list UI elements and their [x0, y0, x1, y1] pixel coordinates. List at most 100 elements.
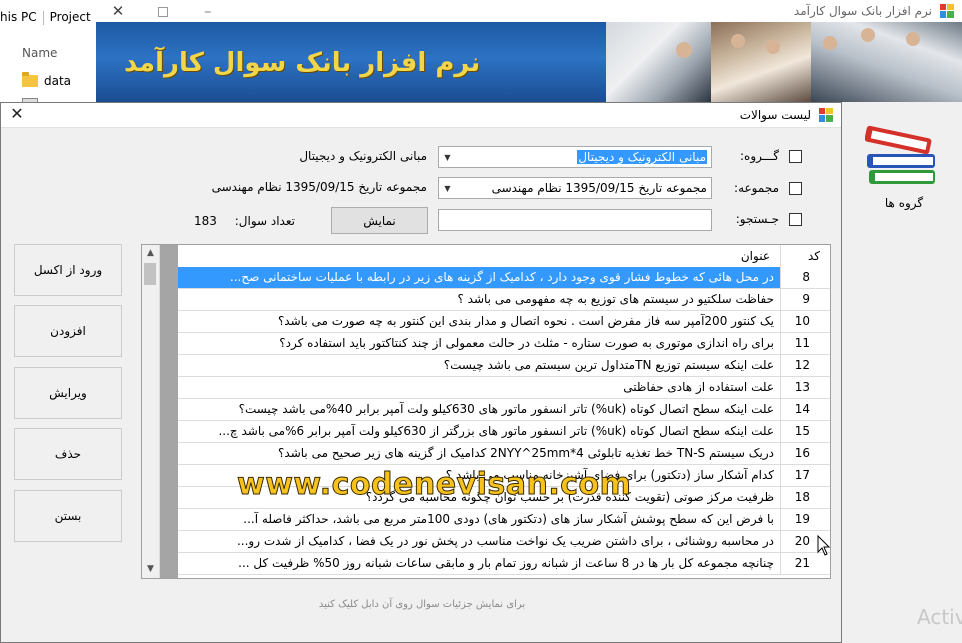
cell-title[interactable]: علت اینکه سیستم توزیع TNمتداول ترین سیست…	[178, 355, 780, 376]
cell-title[interactable]: علت اینکه سطح اتصال کوتاه (uk%) تاتر انس…	[178, 399, 780, 420]
cell-code[interactable]: 14	[780, 399, 830, 420]
cell-title[interactable]: با فرض این که سطح پوشش آشکار ساز های (دت…	[178, 509, 780, 530]
grid-rows: 8 در محل هائی که خطوط فشار قوی وجود دارد …	[178, 267, 830, 575]
cell-title[interactable]: برای راه اندازی موتوری به صورت ستاره - م…	[178, 333, 780, 354]
scroll-up-icon[interactable]: ▲	[142, 245, 159, 262]
group-label: گـــروه:	[739, 149, 779, 163]
site-watermark: www.codenevisan.com	[236, 467, 632, 503]
search-input[interactable]	[438, 209, 712, 231]
group-combobox-value: مبانی الکترونیک و دیجیتال	[577, 150, 707, 164]
collection-checkbox[interactable]	[789, 182, 802, 195]
cell-code[interactable]: 10	[780, 311, 830, 332]
column-header-name[interactable]: Name	[22, 46, 57, 60]
cell-code[interactable]: 18	[780, 487, 830, 508]
group-combobox[interactable]: ▼ مبانی الکترونیک و دیجیتال	[438, 146, 712, 168]
table-row[interactable]: 16 دریک سیستم TN-S خط تغذیه تابلوئی 4*2NY…	[178, 443, 830, 465]
scroll-down-icon[interactable]: ▼	[142, 561, 159, 578]
collection-combobox-value: مجموعه تاریخ 1395/09/15 نظام مهندسی	[491, 181, 707, 195]
app-icon	[819, 108, 833, 122]
cell-code[interactable]: 16	[780, 443, 830, 464]
cell-code[interactable]: 13	[780, 377, 830, 398]
row-header-strip[interactable]	[160, 245, 178, 578]
dialog-title: لیست سوالات	[739, 108, 811, 122]
question-count-label: تعداد سوال:	[234, 214, 295, 228]
groups-shortcut[interactable]: گروه ها	[864, 118, 944, 210]
file-explorer-window: his PC Project Name data	[0, 0, 97, 112]
cell-code[interactable]: 8	[780, 267, 830, 288]
question-count-value: 183	[194, 214, 217, 228]
grid-vertical-scrollbar[interactable]: ▲ ▼	[142, 245, 160, 578]
collection-combobox[interactable]: ▼ مجموعه تاریخ 1395/09/15 نظام مهندسی	[438, 177, 712, 199]
close-icon[interactable]: ✕	[106, 2, 130, 20]
scrollbar-thumb[interactable]	[144, 263, 156, 285]
cell-code[interactable]: 15	[780, 421, 830, 442]
table-row[interactable]: 19 با فرض این که سطح پوشش آشکار ساز های (…	[178, 509, 830, 531]
app-banner: نرم افزار بانک سوال کارآمد	[96, 22, 962, 102]
search-checkbox[interactable]	[789, 213, 802, 226]
breadcrumb: his PC Project	[0, 10, 91, 25]
books-icon	[865, 125, 935, 184]
selected-group-display: مبانی الکترونیک و دیجیتال	[299, 149, 427, 163]
questions-list-dialog: ✕ لیست سوالات گـــروه: ▼ مبانی الکترونیک…	[0, 102, 842, 643]
cell-title[interactable]: حفاظت سلکتیو در سیستم های توزیع به چه مف…	[178, 289, 780, 310]
cell-title[interactable]: علت استفاده از هادی حفاظتی	[178, 377, 780, 398]
cell-title[interactable]: دریک سیستم TN-S خط تغذیه تابلوئی 4*2NYY^…	[178, 443, 780, 464]
column-header-title[interactable]: عنوان	[178, 245, 780, 267]
questions-grid[interactable]: ▲ ▼ کد عنوان 8 در محل هائی که خطوط فشار ق…	[141, 244, 831, 579]
groups-label: گروه ها	[884, 196, 924, 210]
activate-windows-watermark: Activ	[917, 605, 962, 629]
cell-title[interactable]: چنانچه مجموعه کل بار ها در 8 ساعت از شبا…	[178, 553, 780, 574]
excel-import-button[interactable]: ورود از اکسل	[14, 244, 122, 296]
breadcrumb-project[interactable]: Project	[50, 10, 91, 24]
table-row[interactable]: 21 چنانچه مجموعه کل بار ها در 8 ساعت از ش…	[178, 553, 830, 575]
double-click-hint: برای نمایش جزئیات سوال روی آن دابل کلیک …	[318, 599, 526, 610]
cell-title[interactable]: در محل هائی که خطوط فشار قوی وجود دارد ،…	[178, 267, 780, 288]
close-button[interactable]: بستن	[14, 490, 122, 542]
show-button[interactable]: نمایش	[331, 207, 428, 234]
banner-photo-team	[811, 22, 962, 102]
breadcrumb-this-pc[interactable]: his PC	[0, 10, 37, 24]
banner-photo-laptop	[606, 22, 711, 102]
file-item-data[interactable]: data	[22, 72, 72, 88]
table-row[interactable]: 10 یک کنتور 200آمپر سه فاز مفرض است . نحو…	[178, 311, 830, 333]
delete-button[interactable]: حذف	[14, 428, 122, 480]
main-window-title: نرم افزار بانک سوال کارآمد	[793, 4, 932, 18]
folder-icon	[22, 72, 38, 87]
cell-title[interactable]: در محاسبه روشنائی ، برای داشتن ضریب یک ن…	[178, 531, 780, 552]
app-icon	[940, 4, 954, 18]
selected-collection-display: مجموعه تاریخ 1395/09/15 نظام مهندسی	[211, 180, 427, 194]
dialog-titlebar: ✕ لیست سوالات	[1, 103, 841, 128]
column-header-code[interactable]: کد	[780, 245, 830, 267]
main-titlebar: ✕ – نرم افزار بانک سوال کارآمد	[96, 0, 962, 22]
edit-button[interactable]: ویرایش	[14, 367, 122, 419]
table-row[interactable]: 12 علت اینکه سیستم توزیع TNمتداول ترین سی…	[178, 355, 830, 377]
close-icon[interactable]: ✕	[7, 104, 27, 123]
table-row[interactable]: 13 علت استفاده از هادی حفاظتی	[178, 377, 830, 399]
cell-code[interactable]: 11	[780, 333, 830, 354]
table-row[interactable]: 20 در محاسبه روشنائی ، برای داشتن ضریب یک…	[178, 531, 830, 553]
table-row[interactable]: 15 علت اینکه سطح اتصال کوتاه (uk%) تاتر ا…	[178, 421, 830, 443]
file-item-label: data	[44, 74, 72, 88]
table-row[interactable]: 9 حفاظت سلکتیو در سیستم های توزیع به چه م…	[178, 289, 830, 311]
add-button[interactable]: افزودن	[14, 305, 122, 357]
cell-title[interactable]: یک کنتور 200آمپر سه فاز مفرض است . نحوه …	[178, 311, 780, 332]
cell-code[interactable]: 19	[780, 509, 830, 530]
table-row[interactable]: 8 در محل هائی که خطوط فشار قوی وجود دارد …	[178, 267, 830, 289]
cell-code[interactable]: 9	[780, 289, 830, 310]
chevron-down-icon[interactable]: ▼	[439, 147, 456, 167]
mouse-cursor-icon	[817, 535, 831, 556]
cell-code[interactable]: 12	[780, 355, 830, 376]
grid-header: کد عنوان	[178, 245, 830, 268]
group-checkbox[interactable]	[789, 150, 802, 163]
collection-label: مجموعه:	[734, 181, 779, 195]
maximize-icon[interactable]	[158, 7, 168, 17]
minimize-icon[interactable]: –	[204, 2, 212, 20]
banner-photo-meeting	[711, 22, 811, 102]
cell-code[interactable]: 17	[780, 465, 830, 486]
table-row[interactable]: 11 برای راه اندازی موتوری به صورت ستاره -…	[178, 333, 830, 355]
table-row[interactable]: 14 علت اینکه سطح اتصال کوتاه (uk%) تاتر ا…	[178, 399, 830, 421]
banner-title: نرم افزار بانک سوال کارآمد	[124, 48, 481, 78]
search-label: جـستجو:	[735, 212, 779, 226]
chevron-down-icon[interactable]: ▼	[439, 178, 456, 198]
cell-title[interactable]: علت اینکه سطح اتصال کوتاه (uk%) تاتر انس…	[178, 421, 780, 442]
